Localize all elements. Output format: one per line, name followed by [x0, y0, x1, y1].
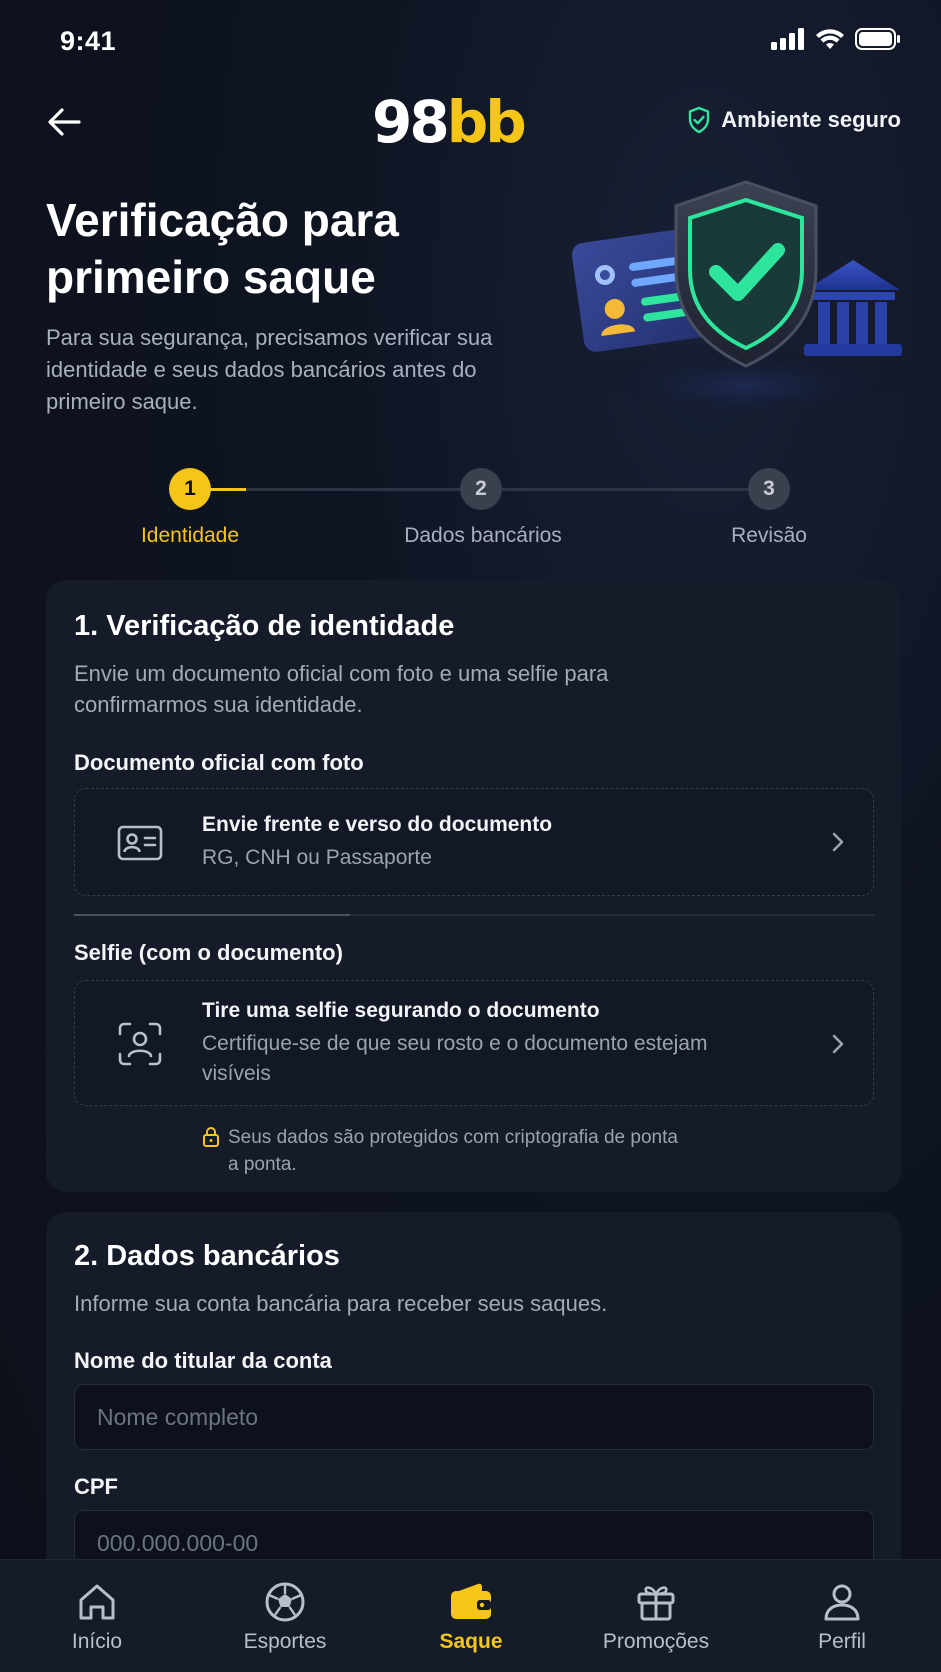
- home-icon: [73, 1578, 121, 1626]
- user-icon: [818, 1578, 866, 1626]
- logo-number: 98: [372, 88, 450, 156]
- privacy-note: Seus dados são protegidos com criptograf…: [202, 1124, 682, 1178]
- nav-label-home: Início: [71, 1630, 123, 1653]
- step-3-label: Revisão: [731, 524, 807, 547]
- nav-item-home[interactable]: Início: [3, 1560, 191, 1672]
- bank-card-title: 2. Dados bancários: [74, 1240, 340, 1272]
- wallet-icon: [447, 1578, 495, 1626]
- secure-environment-badge: Ambiente seguro: [687, 106, 901, 134]
- id-card-icon: [113, 816, 167, 870]
- selfie-upload-title: Tire uma selfie segurando o documento: [202, 999, 600, 1022]
- secure-label: Ambiente seguro: [721, 107, 901, 132]
- chevron-right-icon: [832, 1034, 844, 1054]
- shield-check-icon: [689, 106, 710, 134]
- nav-item-withdraw[interactable]: Saque: [377, 1560, 565, 1672]
- back-button[interactable]: [42, 102, 86, 142]
- privacy-note-text: Seus dados são protegidos com criptograf…: [228, 1127, 678, 1175]
- brand-logo: 98bb: [372, 88, 527, 156]
- account-holder-input[interactable]: [74, 1384, 874, 1450]
- chevron-right-icon: [832, 832, 844, 852]
- selfie-label: Selfie (com o documento): [74, 940, 343, 965]
- lock-icon: [203, 1127, 219, 1147]
- step-1-label: Identidade: [140, 524, 240, 547]
- arrow-left-icon: [48, 108, 81, 136]
- identity-card-description: Envie um documento oficial com foto e um…: [74, 661, 609, 717]
- soccer-ball-icon: [261, 1578, 309, 1626]
- bottom-navigation: Início Esportes Saque Promoções Perfil: [0, 1559, 941, 1672]
- step-connector-1: [246, 488, 460, 491]
- step-connector-2: [502, 488, 748, 491]
- page-title: Verificação para primeiro saque: [46, 194, 399, 303]
- identity-verification-card: 1. Verificação de identidade Envie um do…: [46, 580, 901, 1192]
- header: 98bb Ambiente seguro: [0, 84, 941, 160]
- nav-item-profile[interactable]: Perfil: [748, 1560, 936, 1672]
- gift-icon: [632, 1578, 680, 1626]
- status-time: 9:41: [60, 26, 117, 56]
- shield-illustration-icon: [571, 180, 916, 410]
- security-illustration: [566, 180, 916, 410]
- account-holder-label: Nome do titular da conta: [74, 1348, 332, 1373]
- document-upload-button[interactable]: Envie frente e verso do documento RG, CN…: [74, 788, 874, 896]
- selfie-upload-subtitle: Certifique-se de que seu rosto e o docum…: [202, 1032, 708, 1085]
- step-2-indicator[interactable]: 2: [460, 468, 502, 510]
- step-2-label: Dados bancários: [404, 524, 562, 547]
- nav-item-sports[interactable]: Esportes: [191, 1560, 379, 1672]
- document-upload-title: Envie frente e verso do documento: [202, 813, 553, 836]
- page-subtitle: Para sua segurança, precisamos verificar…: [46, 325, 493, 414]
- section-divider-accent: [74, 914, 350, 916]
- status-icons: [771, 28, 901, 50]
- cpf-label: CPF: [74, 1474, 118, 1499]
- wifi-icon: [816, 29, 844, 49]
- screen: 9:41 98bb Ambiente seguro Verificação pa…: [0, 0, 941, 1672]
- nav-label-profile: Perfil: [818, 1630, 866, 1653]
- progress-stepper: 1 2 3 Identidade Dados bancários Revisão: [0, 466, 941, 556]
- logo-letters: bb: [446, 88, 527, 156]
- document-label: Documento oficial com foto: [74, 750, 364, 775]
- nav-label-withdraw: Saque: [439, 1630, 503, 1653]
- face-scan-icon: [113, 1017, 167, 1071]
- nav-label-sports: Esportes: [243, 1630, 327, 1653]
- status-bar: 9:41: [0, 0, 941, 84]
- nav-item-promotions[interactable]: Promoções: [562, 1560, 750, 1672]
- nav-label-promotions: Promoções: [602, 1630, 710, 1653]
- identity-card-title: 1. Verificação de identidade: [74, 610, 455, 642]
- selfie-upload-button[interactable]: Tire uma selfie segurando o documento Ce…: [74, 980, 874, 1106]
- step-1-indicator[interactable]: 1: [169, 468, 211, 510]
- document-upload-subtitle: RG, CNH ou Passaporte: [202, 846, 432, 869]
- battery-icon: [855, 28, 900, 50]
- step-3-indicator[interactable]: 3: [748, 468, 790, 510]
- bank-card-description: Informe sua conta bancária para receber …: [74, 1291, 608, 1316]
- cellular-signal-icon: [771, 28, 804, 50]
